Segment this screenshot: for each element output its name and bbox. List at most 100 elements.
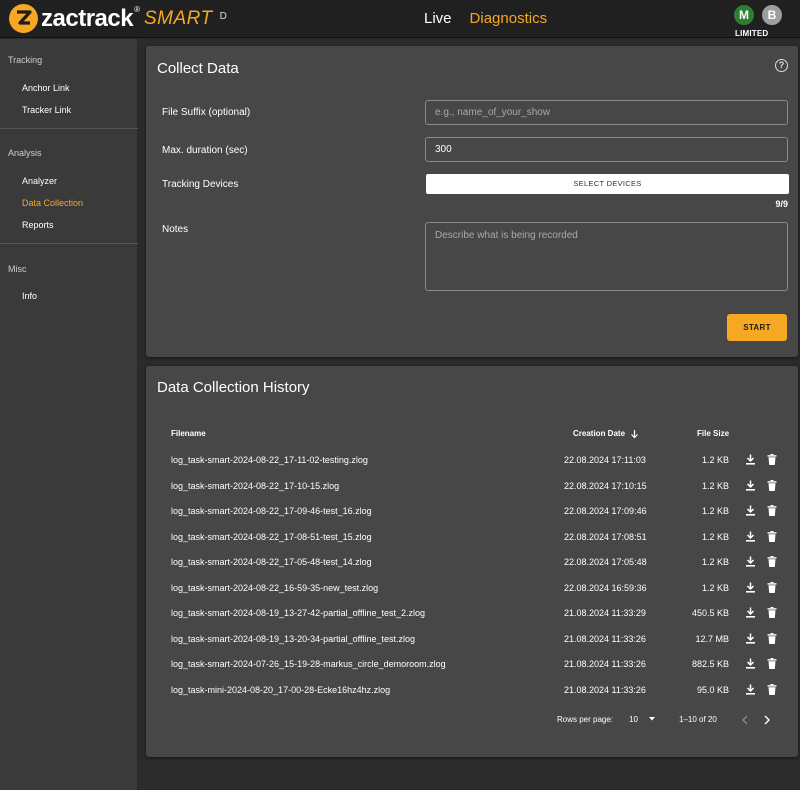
devices-count: 9/9 (775, 199, 788, 209)
download-icon[interactable] (745, 454, 756, 465)
download-icon[interactable] (745, 480, 756, 491)
file-suffix-input[interactable] (425, 100, 788, 125)
column-file-size[interactable]: File Size (697, 429, 729, 438)
row-filename: log_task-smart-2024-08-19_13-27-42-parti… (171, 608, 425, 618)
row-creation-date: 22.08.2024 16:59:36 (564, 582, 647, 593)
row-filename: log_task-smart-2024-07-26_15-19-28-marku… (171, 659, 446, 669)
trash-icon[interactable] (767, 581, 777, 593)
registered-mark: ® (134, 5, 140, 14)
row-creation-date: 21.08.2024 11:33:26 (564, 684, 646, 695)
select-devices-button[interactable]: SELECT DEVICES (426, 174, 789, 194)
rows-per-page-value: 10 (629, 715, 638, 724)
trash-icon[interactable] (767, 505, 777, 516)
help-circle-icon[interactable]: ? (775, 59, 788, 72)
brand-name: zactrack (41, 4, 134, 32)
notes-label: Notes (162, 224, 189, 235)
column-creation-date[interactable]: Creation Date (573, 429, 625, 438)
start-button[interactable]: START (727, 314, 787, 341)
notes-textarea[interactable] (425, 222, 788, 291)
next-page-icon[interactable] (763, 715, 771, 725)
row-creation-date: 21.08.2024 11:33:26 (564, 659, 646, 669)
download-icon[interactable] (745, 684, 756, 695)
row-creation-date: 21.08.2024 11:33:26 (564, 633, 646, 644)
table-row: log_task-smart-2024-08-19_13-27-42-parti… (146, 604, 798, 630)
row-file-size: 1.2 KB (701, 531, 729, 542)
row-filename: log_task-smart-2024-08-19_13-20-34-parti… (171, 633, 415, 644)
row-creation-date: 22.08.2024 17:05:48 (564, 557, 647, 567)
product-name: SMART (143, 7, 213, 29)
history-card: Data Collection History Filename Creatio… (146, 366, 798, 757)
trash-icon[interactable] (767, 607, 777, 618)
row-file-size: 12.7 MB (695, 633, 729, 644)
zactrack-z-icon (9, 4, 38, 33)
pagination-range: 1–10 of 20 (679, 715, 717, 724)
history-title: Data Collection History (157, 379, 310, 396)
row-file-size: 450.5 KB (691, 608, 729, 618)
row-filename: log_task-smart-2024-08-22_17-11-02-testi… (171, 455, 368, 465)
table-row: log_task-smart-2024-08-22_17-09-46-test_… (146, 502, 798, 528)
column-filename[interactable]: Filename (171, 429, 206, 438)
download-icon[interactable] (745, 582, 756, 593)
row-creation-date: 21.08.2024 11:33:29 (564, 608, 646, 618)
trash-icon[interactable] (767, 683, 777, 695)
row-creation-date: 22.08.2024 17:11:03 (564, 455, 646, 465)
row-file-size: 1.2 KB (701, 455, 729, 465)
trash-icon[interactable] (767, 658, 777, 669)
rows-per-page-label: Rows per page: (557, 715, 614, 724)
dropdown-caret-icon (649, 717, 656, 721)
sidebar-item-analyzer[interactable]: Analyzer (22, 176, 57, 186)
nav-diagnostics[interactable]: Diagnostics (470, 10, 548, 27)
user-avatars[interactable]: M B LIMITED (730, 3, 790, 38)
trash-icon[interactable] (767, 479, 777, 491)
collect-data-card: Collect Data ? File Suffix (optional) Ma… (146, 46, 798, 357)
collect-data-title: Collect Data (157, 60, 239, 77)
download-icon[interactable] (745, 505, 756, 516)
table-row: log_task-smart-2024-07-26_15-19-28-marku… (146, 655, 798, 681)
sidebar-item-tracker-link[interactable]: Tracker Link (22, 105, 71, 115)
table-row: log_task-smart-2024-08-22_17-05-48-test_… (146, 553, 798, 579)
main-nav: Live Diagnostics (424, 10, 547, 27)
zactrack-logo[interactable]: zactrack ® SMART D (9, 4, 227, 33)
avatar-m[interactable]: M (732, 3, 756, 27)
row-file-size: 95.0 KB (696, 684, 729, 695)
max-duration-input[interactable] (425, 137, 788, 162)
sidebar-item-anchor-link[interactable]: Anchor Link (22, 83, 70, 93)
download-icon[interactable] (745, 556, 756, 567)
sidebar-item-reports[interactable]: Reports (22, 220, 54, 230)
row-file-size: 1.2 KB (701, 557, 729, 567)
row-filename: log_task-mini-2024-08-20_17-00-28-Ecke16… (171, 684, 391, 695)
table-row: log_task-smart-2024-08-22_17-10-15.zlog 2… (146, 477, 798, 503)
nav-live[interactable]: Live (424, 10, 452, 27)
table-row: log_task-mini-2024-08-20_17-00-28-Ecke16… (146, 681, 798, 707)
row-creation-date: 22.08.2024 17:08:51 (564, 531, 647, 542)
rows-per-page-select[interactable]: 10 (629, 715, 656, 724)
table-row: log_task-smart-2024-08-22_17-08-51-test_… (146, 528, 798, 554)
sidebar-item-data-collection[interactable]: Data Collection (22, 198, 83, 208)
download-icon[interactable] (745, 607, 756, 618)
table-row: log_task-smart-2024-08-22_16-59-35-new_t… (146, 579, 798, 605)
row-filename: log_task-smart-2024-08-22_16-59-35-new_t… (171, 582, 379, 593)
row-file-size: 1.2 KB (701, 582, 729, 593)
avatar-b[interactable]: B (760, 3, 784, 27)
sidebar-divider (0, 243, 138, 244)
row-filename: log_task-smart-2024-08-22_17-08-51-test_… (171, 531, 372, 542)
row-filename: log_task-smart-2024-08-22_17-10-15.zlog (171, 480, 340, 491)
top-app-bar: zactrack ® SMART D Live Diagnostics M B … (0, 0, 800, 38)
download-icon[interactable] (745, 633, 756, 644)
previous-page-icon[interactable] (741, 715, 749, 725)
row-file-size: 1.2 KB (701, 506, 729, 516)
sort-arrow-down-icon[interactable] (630, 429, 639, 439)
download-icon[interactable] (745, 531, 756, 542)
product-variant: D (219, 11, 227, 22)
trash-icon[interactable] (767, 632, 777, 644)
row-filename: log_task-smart-2024-08-22_17-09-46-test_… (171, 506, 372, 516)
row-creation-date: 22.08.2024 17:10:15 (564, 480, 647, 491)
sidebar-item-info[interactable]: Info (22, 291, 37, 301)
trash-icon[interactable] (767, 556, 777, 567)
row-file-size: 1.2 KB (701, 480, 729, 491)
trash-icon[interactable] (767, 530, 777, 542)
sidebar-section-analysis: Analysis (8, 148, 42, 158)
download-icon[interactable] (745, 658, 756, 669)
trash-icon[interactable] (767, 454, 777, 465)
sidebar-section-misc: Misc (8, 264, 27, 274)
